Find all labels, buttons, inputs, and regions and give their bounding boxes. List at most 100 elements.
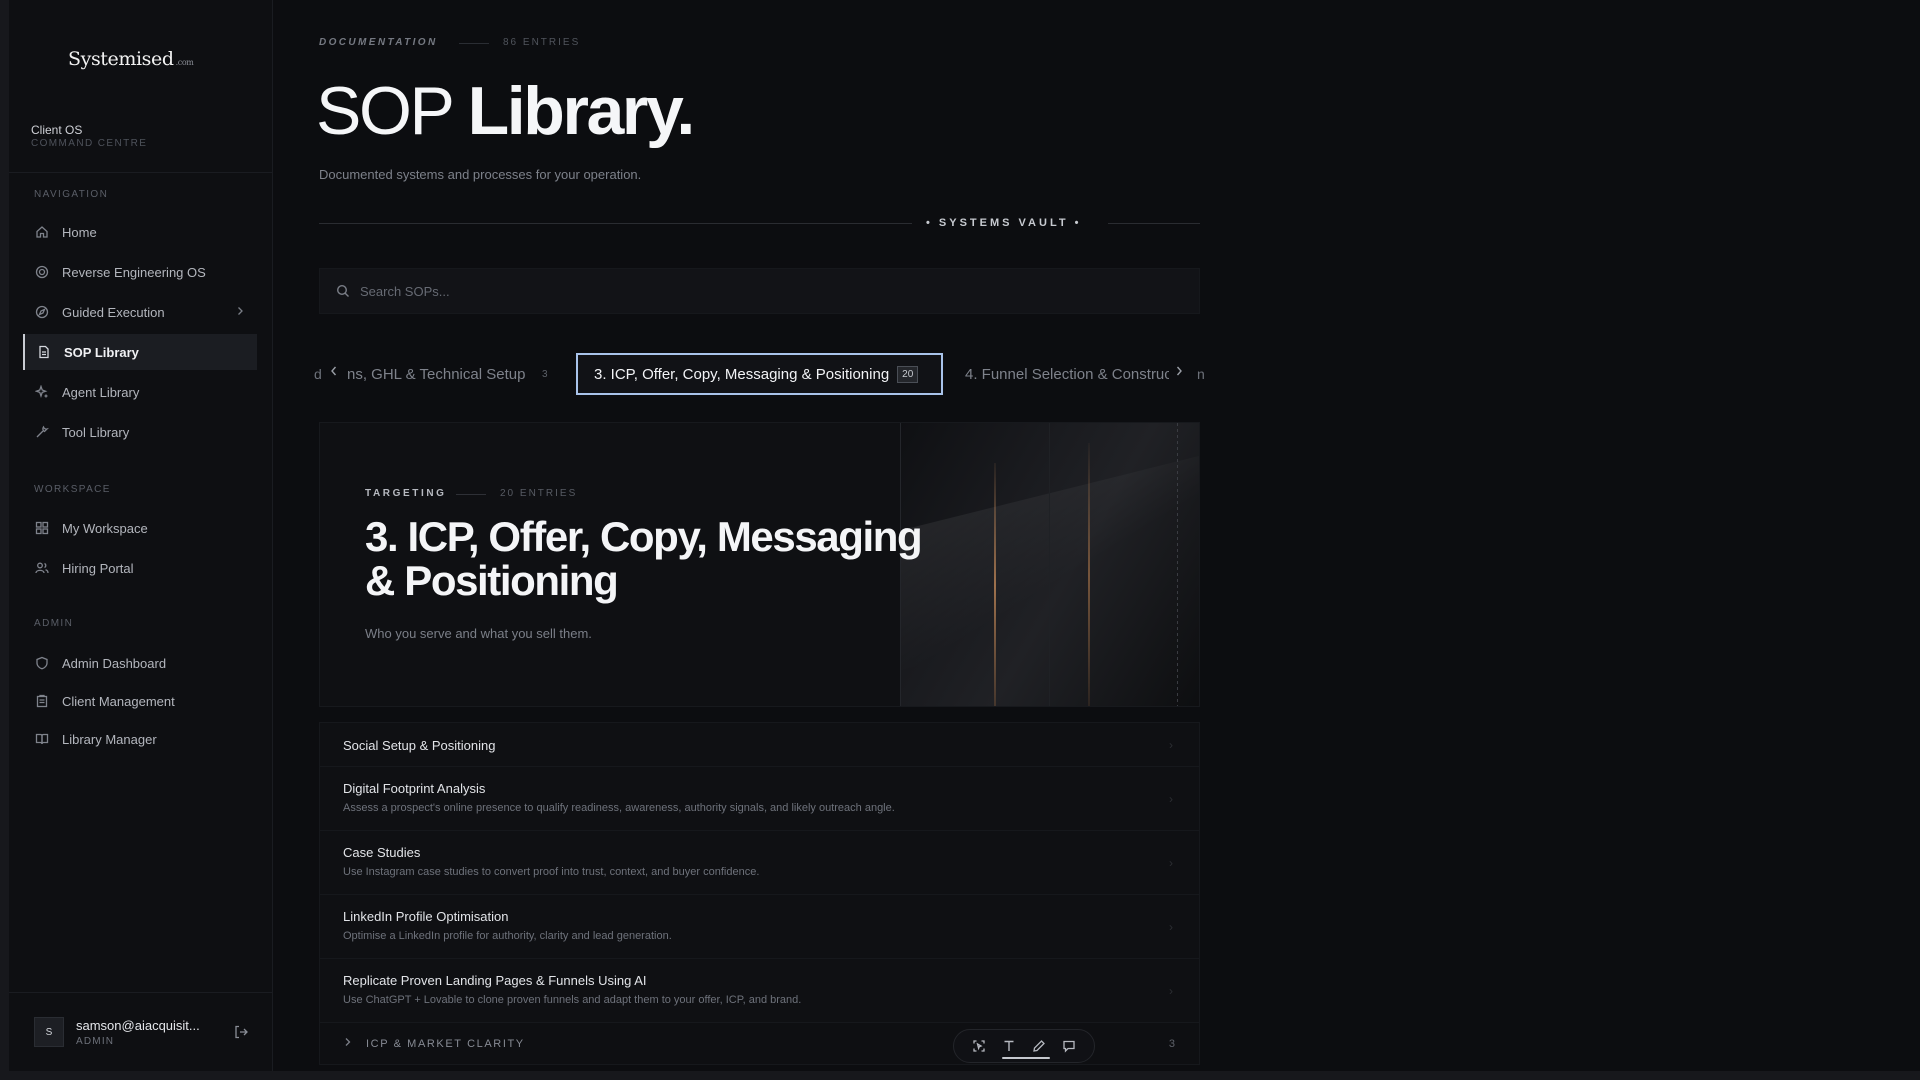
grid-icon xyxy=(34,520,50,536)
clipboard-icon xyxy=(34,693,50,709)
section-label-admin: ADMIN xyxy=(34,618,74,629)
window-edge xyxy=(0,0,9,1080)
list-item[interactable]: Replicate Proven Landing Pages & Funnels… xyxy=(319,959,1200,1023)
hero-description: Who you serve and what you sell them. xyxy=(365,626,592,641)
section-label-workspace: WORKSPACE xyxy=(34,484,111,495)
sidebar-item-my-workspace[interactable]: My Workspace xyxy=(23,510,257,546)
sidebar-item-reverse-engineering-os[interactable]: Reverse Engineering OS xyxy=(23,254,257,290)
tab-active-label: 3. ICP, Offer, Copy, Messaging & Positio… xyxy=(594,365,890,383)
list-item-description: Use ChatGPT + Lovable to clone proven fu… xyxy=(343,994,802,1006)
tab-fragment-left[interactable]: d xyxy=(314,366,322,382)
category-hero: TARGETING 20 ENTRIES 3. ICP, Offer, Copy… xyxy=(319,422,1200,707)
search-input[interactable] xyxy=(360,283,1160,299)
sidebar-item-label: Home xyxy=(62,224,97,240)
compass-icon xyxy=(34,304,50,320)
chevron-right-icon: › xyxy=(1169,791,1173,806)
sidebar-item-client-management[interactable]: Client Management xyxy=(23,683,257,719)
list-item-title: Digital Footprint Analysis xyxy=(343,781,486,796)
sidebar-divider xyxy=(9,992,273,993)
entries-count: 86 ENTRIES xyxy=(503,37,581,48)
target-icon xyxy=(34,264,50,280)
list-item-title: LinkedIn Profile Optimisation xyxy=(343,909,509,924)
sidebar-divider xyxy=(9,172,273,173)
avatar[interactable]: S xyxy=(34,1017,64,1047)
logo-suffix: .com xyxy=(175,58,194,67)
sidebar-item-label: Library Manager xyxy=(62,731,157,747)
eyebrow-divider xyxy=(459,43,489,44)
document-icon xyxy=(36,344,52,360)
sidebar-item-label: SOP Library xyxy=(64,344,139,360)
tab-previous-count: 3 xyxy=(542,369,548,380)
hero-beam xyxy=(994,463,996,706)
user-email: samson@aiacquisit... xyxy=(76,1018,200,1033)
sidebar-item-sop-library[interactable]: SOP Library xyxy=(23,334,257,370)
list-item[interactable]: Case Studies Use Instagram case studies … xyxy=(319,831,1200,895)
list-item-title: Social Setup & Positioning xyxy=(343,738,496,753)
sidebar-item-admin-dashboard[interactable]: Admin Dashboard xyxy=(23,645,257,681)
select-icon[interactable] xyxy=(968,1035,990,1057)
hero-title: 3. ICP, Offer, Copy, Messaging & Positio… xyxy=(365,513,923,604)
sidebar-item-label: Guided Execution xyxy=(62,304,165,320)
sidebar-item-home[interactable]: Home xyxy=(23,214,257,250)
chevron-right-icon: › xyxy=(1169,983,1173,998)
list-item[interactable]: Digital Footprint Analysis Assess a pros… xyxy=(319,767,1200,831)
list-item[interactable]: Social Setup & Positioning › xyxy=(319,722,1200,767)
sidebar-item-hiring-portal[interactable]: Hiring Portal xyxy=(23,550,257,586)
list-item-description: Use Instagram case studies to convert pr… xyxy=(343,866,760,878)
sidebar-item-agent-library[interactable]: Agent Library xyxy=(23,374,257,410)
tab-previous[interactable]: ns, GHL & Technical Setup xyxy=(347,366,525,383)
sidebar-item-label: Agent Library xyxy=(62,384,140,400)
sidebar-item-label: Reverse Engineering OS xyxy=(62,264,206,280)
hero-visual xyxy=(900,423,1199,706)
group-count: 3 xyxy=(1168,1037,1175,1050)
hero-eyebrow-divider xyxy=(456,494,486,495)
sidebar: Systemised .com Client OS COMMAND CENTRE … xyxy=(9,0,273,1071)
shield-icon xyxy=(34,655,50,671)
chevron-right-icon xyxy=(235,305,245,319)
search-icon xyxy=(336,284,350,298)
tab-next[interactable]: 4. Funnel Selection & Construction xyxy=(965,366,1169,383)
tab-fragment-right[interactable]: n xyxy=(1197,366,1205,382)
pen-icon[interactable] xyxy=(1028,1035,1050,1057)
sidebar-item-label: Admin Dashboard xyxy=(62,655,167,671)
vault-divider-right xyxy=(1108,223,1200,224)
command-centre-label: COMMAND CENTRE xyxy=(31,138,148,149)
section-label-navigation: NAVIGATION xyxy=(34,189,109,200)
page-eyebrow: DOCUMENTATION xyxy=(319,37,438,48)
chevron-right-icon[interactable] xyxy=(1174,365,1184,380)
chevron-left-icon[interactable] xyxy=(329,365,339,380)
wrench-icon xyxy=(34,424,50,440)
hero-eyebrow: TARGETING xyxy=(365,488,447,499)
chevron-right-icon: › xyxy=(1169,855,1173,870)
tab-active[interactable]: 3. ICP, Offer, Copy, Messaging & Positio… xyxy=(576,353,943,395)
active-tool-indicator xyxy=(1002,1057,1050,1059)
app-window: Systemised .com Client OS COMMAND CENTRE … xyxy=(0,0,1920,1080)
page-title-light: SOP xyxy=(316,73,468,149)
book-icon xyxy=(34,731,50,747)
home-icon xyxy=(34,224,50,240)
sidebar-item-label: My Workspace xyxy=(62,520,148,536)
sidebar-item-tool-library[interactable]: Tool Library xyxy=(23,414,257,450)
category-tabs: d ns, GHL & Technical Setup 3 3. ICP, Of… xyxy=(314,353,1205,397)
list-item-description: Assess a prospect's online presence to q… xyxy=(343,802,895,814)
comment-icon[interactable] xyxy=(1058,1035,1080,1057)
list-item-title: Replicate Proven Landing Pages & Funnels… xyxy=(343,973,647,988)
sop-list: Social Setup & Positioning › Digital Foo… xyxy=(319,722,1200,1065)
sparkle-icon xyxy=(34,384,50,400)
page-title: SOP Library. xyxy=(316,72,696,150)
sidebar-item-guided-execution[interactable]: Guided Execution xyxy=(23,294,257,330)
logo[interactable]: Systemised .com xyxy=(68,48,194,70)
sidebar-item-label: Hiring Portal xyxy=(62,560,134,576)
list-item[interactable]: LinkedIn Profile Optimisation Optimise a… xyxy=(319,895,1200,959)
sidebar-item-label: Tool Library xyxy=(62,424,130,440)
floating-toolbar xyxy=(953,1029,1095,1063)
page-title-bold: Library. xyxy=(467,73,696,149)
logout-icon[interactable] xyxy=(233,1024,249,1045)
sidebar-item-label: Client Management xyxy=(62,693,175,709)
text-icon[interactable] xyxy=(998,1035,1020,1057)
tab-active-count: 20 xyxy=(897,365,919,383)
search-bar[interactable] xyxy=(319,268,1200,314)
chevron-right-icon: › xyxy=(1169,919,1173,934)
sidebar-item-library-manager[interactable]: Library Manager xyxy=(23,721,257,757)
chevron-right-icon xyxy=(343,1037,352,1050)
